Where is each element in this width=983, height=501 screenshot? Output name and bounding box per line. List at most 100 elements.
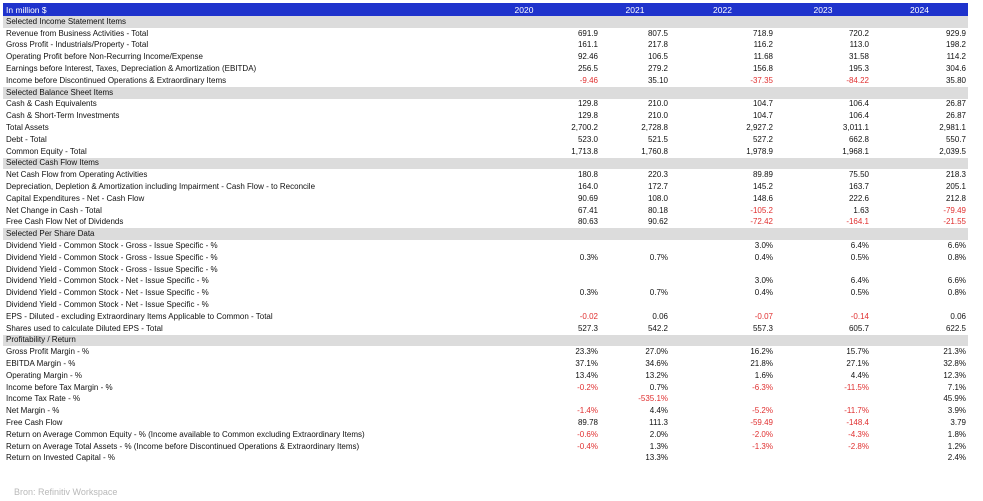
- table-row: Dividend Yield - Common Stock - Net - Is…: [3, 276, 968, 288]
- value-cell: 0.7%: [649, 288, 668, 298]
- value-cell: 27.0%: [645, 347, 668, 357]
- row-label: Dividend Yield - Common Stock - Gross - …: [6, 264, 218, 274]
- value-cell: -1.4%: [577, 406, 598, 416]
- value-cell: -5.2%: [752, 406, 773, 416]
- value-cell: 0.5%: [850, 252, 869, 262]
- value-cell: 222.6: [848, 193, 869, 203]
- row-label: Total Assets: [6, 123, 49, 133]
- value-cell: 2,700.2: [571, 123, 598, 133]
- table-row: Gross Profit - Industrials/Property - To…: [3, 40, 968, 52]
- value-cell: 0.4%: [754, 288, 773, 298]
- section-header-row: Selected Per Share Data: [3, 228, 968, 241]
- value-cell: 212.8: [945, 193, 966, 203]
- value-cell: 1.6%: [754, 370, 773, 380]
- value-cell: 113.0: [849, 40, 869, 50]
- value-cell: 6.6%: [947, 241, 966, 251]
- value-cell: -0.2%: [577, 382, 598, 392]
- value-cell: 35.10: [647, 75, 668, 85]
- year-header: 2023: [775, 3, 871, 16]
- row-label: EBITDA Margin - %: [6, 359, 76, 368]
- value-cell: [600, 276, 670, 288]
- table-row: EBITDA Margin - % 37.1% 34.6% 21.8% 27.1% 32.…: [3, 358, 968, 370]
- value-cell: 1.2%: [947, 441, 966, 451]
- value-cell: 527.2: [752, 134, 773, 144]
- value-cell: 691.9: [577, 28, 598, 38]
- value-cell: [775, 394, 871, 406]
- value-cell: 80.63: [577, 217, 598, 227]
- value-cell: 557.3: [752, 323, 773, 333]
- row-label: Debt - Total: [6, 134, 47, 144]
- value-cell: 161.1: [577, 40, 598, 50]
- section-title: Selected Income Statement Items: [3, 16, 968, 28]
- table-header-row: In million $ 2020 2021 2022 2023 2024: [3, 3, 968, 16]
- value-cell: 21.8%: [750, 359, 773, 368]
- value-cell: 89.78: [577, 417, 598, 427]
- table-row: Earnings before Interest, Taxes, Depreci…: [3, 63, 968, 75]
- value-cell: [448, 452, 600, 464]
- value-cell: 4.4%: [649, 406, 668, 416]
- value-cell: 172.7: [647, 182, 668, 192]
- value-cell: 164.0: [577, 182, 598, 192]
- value-cell: 2,728.8: [641, 123, 668, 133]
- value-cell: 304.6: [945, 64, 966, 74]
- value-cell: 11.68: [753, 52, 773, 62]
- section-title: Profitability / Return: [3, 334, 968, 347]
- value-cell: -105.2: [750, 205, 773, 215]
- value-cell: 2,039.5: [939, 146, 966, 156]
- value-cell: 15.7%: [846, 347, 869, 357]
- value-cell: 6.4%: [850, 276, 869, 286]
- value-cell: 1,968.1: [842, 146, 869, 156]
- value-cell: 89.89: [752, 170, 773, 180]
- value-cell: -4.3%: [848, 429, 869, 439]
- value-cell: 108.0: [647, 193, 668, 203]
- value-cell: 0.3%: [579, 288, 598, 298]
- value-cell: 542.2: [647, 323, 668, 333]
- value-cell: 523.0: [577, 134, 598, 144]
- row-label: Cash & Short-Term Investments: [6, 111, 120, 121]
- financial-table-container: In million $ 2020 2021 2022 2023 2024 Se…: [3, 3, 968, 464]
- section-header-row: Selected Balance Sheet Items: [3, 86, 968, 99]
- value-cell: -2.8%: [848, 441, 869, 451]
- value-cell: [670, 394, 775, 406]
- value-cell: 0.8%: [947, 288, 966, 298]
- table-row: Return on Invested Capital - % 13.3% 2.4%: [3, 452, 968, 464]
- value-cell: [600, 264, 670, 276]
- value-cell: -0.07: [754, 311, 773, 321]
- value-cell: 26.87: [945, 111, 966, 121]
- value-cell: -0.4%: [577, 441, 598, 451]
- value-cell: 1,978.9: [746, 146, 773, 156]
- value-cell: -0.02: [579, 311, 598, 321]
- row-label: Free Cash Flow: [6, 417, 63, 427]
- value-cell: 45.9%: [943, 394, 966, 404]
- row-label: Operating Margin - %: [6, 370, 83, 380]
- value-cell: 256.5: [577, 64, 598, 74]
- row-label: Depreciation, Depletion & Amortization i…: [6, 182, 316, 192]
- value-cell: 27.1%: [846, 359, 869, 368]
- value-cell: 180.8: [577, 170, 598, 180]
- financial-table: In million $ 2020 2021 2022 2023 2024 Se…: [3, 3, 968, 464]
- value-cell: 23.3%: [575, 347, 598, 357]
- value-cell: 0.06: [652, 311, 668, 321]
- unit-label: In million $: [3, 3, 448, 16]
- value-cell: 807.5: [647, 28, 668, 38]
- value-cell: 90.62: [647, 217, 668, 227]
- row-label: Income before Discontinued Operations & …: [6, 75, 227, 85]
- row-label: Income before Tax Margin - %: [6, 382, 113, 392]
- value-cell: 106.4: [848, 99, 869, 109]
- row-label: Dividend Yield - Common Stock - Net - Is…: [6, 288, 209, 298]
- table-row: Common Equity - Total 1,713.8 1,760.8 1,978…: [3, 146, 968, 158]
- value-cell: 1.8%: [947, 429, 966, 439]
- value-cell: 104.7: [752, 99, 773, 109]
- value-cell: 106.5: [647, 52, 668, 62]
- value-cell: 148.6: [752, 193, 773, 203]
- section-title: Selected Cash Flow Items: [3, 157, 968, 170]
- value-cell: 210.0: [647, 99, 668, 109]
- value-cell: 3,011.1: [842, 123, 869, 133]
- value-cell: 1,760.8: [641, 146, 668, 156]
- value-cell: [871, 264, 968, 276]
- table-row: Gross Profit Margin - % 23.3% 27.0% 16.2% 15…: [3, 346, 968, 358]
- value-cell: 67.41: [577, 205, 598, 215]
- value-cell: [670, 299, 775, 311]
- value-cell: [871, 299, 968, 311]
- section-title: Selected Balance Sheet Items: [3, 86, 968, 99]
